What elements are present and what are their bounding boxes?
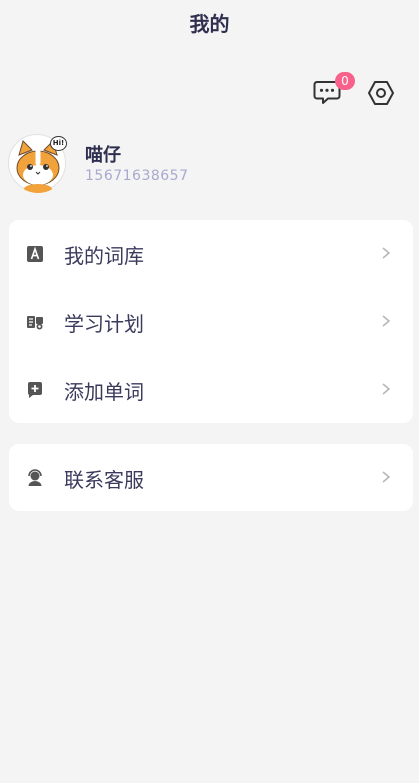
settings-button[interactable] bbox=[366, 78, 396, 108]
avatar[interactable]: Hi! bbox=[8, 134, 67, 193]
user-phone: 15671638657 bbox=[85, 168, 189, 184]
menu-item-vocabulary[interactable]: 我的词库 bbox=[9, 220, 413, 287]
user-profile[interactable]: Hi! 喵仔 15671638657 bbox=[8, 132, 308, 194]
chevron-right-icon bbox=[382, 383, 391, 395]
customer-service-icon bbox=[28, 469, 42, 486]
support-card: 联系客服 bbox=[9, 444, 413, 511]
chevron-right-icon bbox=[382, 315, 391, 327]
chevron-right-icon bbox=[382, 471, 391, 483]
hi-speech-bubble: Hi! bbox=[50, 136, 67, 151]
menu-item-study-plan[interactable]: 学习计划 bbox=[9, 288, 413, 355]
add-word-icon bbox=[28, 382, 42, 398]
menu-item-customer-service[interactable]: 联系客服 bbox=[9, 444, 413, 511]
notification-badge: 0 bbox=[335, 72, 355, 90]
chevron-right-icon bbox=[382, 247, 391, 259]
menu-card: 我的词库 学习计划 添加单词 bbox=[9, 220, 413, 423]
menu-item-label: 联系客服 bbox=[64, 468, 144, 492]
menu-item-label: 我的词库 bbox=[64, 244, 144, 268]
page-title: 我的 bbox=[189, 12, 230, 36]
menu-item-label: 学习计划 bbox=[64, 312, 144, 336]
menu-item-add-word[interactable]: 添加单词 bbox=[9, 356, 413, 423]
profile-page: 我的 0 Hi! 喵仔 15671638657 我的词库 学习计划 添加单词 联… bbox=[0, 0, 419, 783]
user-name: 喵仔 bbox=[85, 145, 121, 166]
hexagon-settings-icon bbox=[368, 81, 394, 105]
messages-button[interactable]: 0 bbox=[313, 72, 355, 108]
menu-item-label: 添加单词 bbox=[64, 380, 144, 404]
vocabulary-icon bbox=[27, 246, 43, 262]
study-plan-icon bbox=[27, 316, 43, 330]
